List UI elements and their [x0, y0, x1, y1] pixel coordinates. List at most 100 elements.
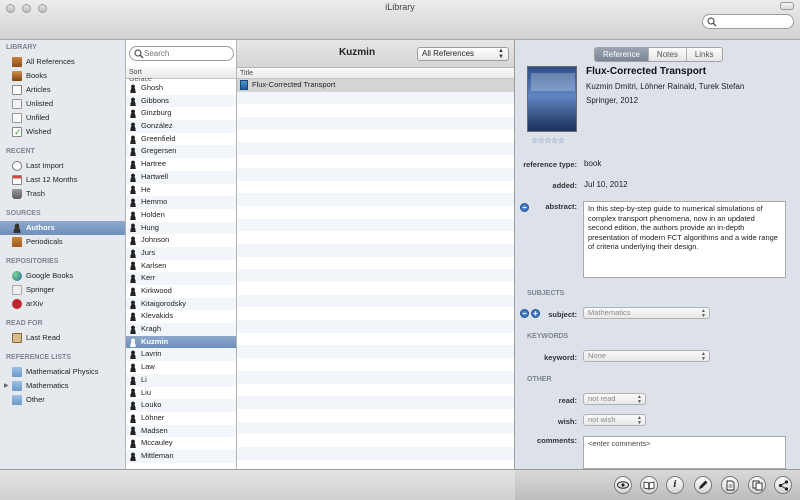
- author-row[interactable]: Li: [126, 373, 236, 387]
- open-book-button[interactable]: [640, 476, 658, 494]
- sidebar-item-wished[interactable]: Wished: [0, 125, 125, 139]
- author-row[interactable]: Law: [126, 361, 236, 374]
- sidebar-item-springer[interactable]: Springer: [0, 283, 125, 297]
- document-button[interactable]: [721, 476, 739, 494]
- sidebar-item-books[interactable]: Books: [0, 69, 125, 83]
- author-row[interactable]: Kragh: [126, 323, 236, 336]
- person-icon: [129, 236, 137, 246]
- wish-select[interactable]: not wish ▲ ▼: [583, 414, 646, 426]
- person-icon: [129, 121, 137, 131]
- author-row[interactable]: Jurs: [126, 246, 236, 260]
- author-row[interactable]: Madsen: [126, 424, 236, 438]
- reference-filter-select[interactable]: All References ▲ ▼: [417, 47, 509, 61]
- sidebar-item-last-import[interactable]: Last Import: [0, 159, 125, 173]
- tab-notes[interactable]: Notes: [648, 48, 687, 61]
- google-books-icon: [12, 271, 22, 281]
- rating-stars[interactable]: ☆☆☆☆☆: [531, 136, 565, 145]
- author-row[interactable]: Hung: [126, 221, 236, 235]
- subject-value: Mathematics: [588, 308, 631, 317]
- last-read-icon: [12, 333, 22, 343]
- sidebar-item-periodicals[interactable]: Periodicals: [0, 235, 125, 249]
- author-row[interactable]: He: [126, 184, 236, 197]
- top-search-field[interactable]: [702, 14, 794, 29]
- author-name: Löhner: [141, 412, 165, 422]
- author-row[interactable]: Gregersen: [126, 145, 236, 159]
- source-sidebar: LIBRARY All References Books Articles Unlist…: [0, 40, 126, 469]
- author-row[interactable]: Hartwell: [126, 170, 236, 184]
- unlisted-icon: [12, 99, 22, 109]
- author-row[interactable]: Johnson: [126, 234, 236, 247]
- author-row[interactable]: Klevakids: [126, 310, 236, 323]
- sidebar-item-arxiv[interactable]: arXiv: [0, 297, 125, 311]
- sidebar-item-other[interactable]: Other: [0, 393, 125, 407]
- disclosure-triangle-icon[interactable]: ▶: [4, 379, 9, 393]
- edit-button[interactable]: [694, 476, 712, 494]
- empty-row: [237, 282, 514, 295]
- sidebar-item-all-references[interactable]: All References: [0, 55, 125, 69]
- reference-type-value: book: [584, 159, 602, 168]
- empty-row: [237, 409, 514, 422]
- sidebar-item-label: Wished: [26, 127, 52, 136]
- sidebar-item-articles[interactable]: Articles: [0, 83, 125, 97]
- sidebar-item-last-read[interactable]: Last Read: [0, 331, 125, 345]
- toolbar-toggle-button[interactable]: [780, 2, 794, 10]
- reference-authors: Kuzmin Dmitri, Löhner Rainald, Turek Ste…: [586, 82, 745, 91]
- author-search-input[interactable]: [144, 49, 230, 58]
- author-row[interactable]: Kerr: [126, 272, 236, 285]
- comments-textbox[interactable]: <enter comments>: [583, 436, 786, 469]
- sidebar-section-title: RECENT: [6, 148, 35, 155]
- author-row[interactable]: Gibbons: [126, 94, 236, 108]
- author-row[interactable]: Liu: [126, 387, 236, 400]
- author-row[interactable]: Löhner: [126, 412, 236, 425]
- reference-row-title: Flux-Corrected Transport: [252, 80, 336, 89]
- sidebar-item-mathematics[interactable]: ▶ Mathematics: [0, 379, 125, 393]
- sidebar-item-mathematical-physics[interactable]: Mathematical Physics: [0, 365, 125, 379]
- copy-button[interactable]: [748, 476, 766, 494]
- wish-label: wish:: [557, 417, 577, 426]
- abstract-textbox[interactable]: In this step-by-step guide to numerical …: [583, 201, 786, 278]
- author-name: Louko: [141, 400, 162, 410]
- sidebar-item-trash[interactable]: Trash: [0, 187, 125, 201]
- author-row[interactable]: Kirkwood: [126, 285, 236, 298]
- sidebar-item-label: Last Read: [26, 333, 61, 342]
- author-row[interactable]: Ghosh: [126, 82, 236, 95]
- author-row[interactable]: Karlsen: [126, 260, 236, 273]
- author-row[interactable]: Hartree: [126, 158, 236, 171]
- tab-links[interactable]: Links: [686, 48, 722, 61]
- author-row[interactable]: Mccauley: [126, 437, 236, 450]
- author-search-field[interactable]: [129, 46, 234, 61]
- info-button[interactable]: i: [666, 476, 684, 494]
- title-column-header[interactable]: Title: [237, 68, 514, 79]
- empty-row: [237, 269, 514, 282]
- sidebar-item-unlisted[interactable]: Unlisted: [0, 97, 125, 111]
- author-row[interactable]: Louko: [126, 399, 236, 412]
- author-row[interactable]: Ginzburg: [126, 107, 236, 120]
- sidebar-item-label: Last 12 Months: [26, 175, 78, 184]
- author-row[interactable]: Greenfield: [126, 133, 236, 146]
- book-open-icon: [643, 481, 655, 489]
- sidebar-item-unfiled[interactable]: Unfiled: [0, 111, 125, 125]
- person-icon: [129, 299, 137, 309]
- tab-reference[interactable]: Reference: [595, 48, 649, 61]
- keyword-select[interactable]: None ▲ ▼: [583, 350, 710, 362]
- author-row[interactable]: Kuzmin: [126, 335, 236, 349]
- person-icon: [129, 172, 137, 182]
- reference-row[interactable]: Flux-Corrected Transport: [237, 79, 514, 92]
- subject-select[interactable]: Mathematics ▲ ▼: [583, 307, 710, 319]
- author-row[interactable]: Kitaigorodsky: [126, 297, 236, 311]
- sidebar-item-authors[interactable]: Authors: [0, 221, 125, 235]
- author-row[interactable]: Lavrin: [126, 348, 236, 362]
- sidebar-item-google-books[interactable]: Google Books: [0, 269, 125, 283]
- read-select[interactable]: not read ▲ ▼: [583, 393, 646, 405]
- share-button[interactable]: [774, 476, 792, 494]
- author-name: Ghosh: [141, 83, 164, 92]
- author-row[interactable]: González: [126, 120, 236, 133]
- search-icon: [707, 17, 717, 27]
- author-row[interactable]: Holden: [126, 209, 236, 222]
- sidebar-item-last-12-months[interactable]: Last 12 Months: [0, 173, 125, 187]
- author-row[interactable]: Mittleman: [126, 449, 236, 463]
- empty-row: [237, 117, 514, 130]
- author-row[interactable]: Hemmo: [126, 196, 236, 209]
- preview-button[interactable]: [614, 476, 632, 494]
- empty-row: [237, 333, 514, 346]
